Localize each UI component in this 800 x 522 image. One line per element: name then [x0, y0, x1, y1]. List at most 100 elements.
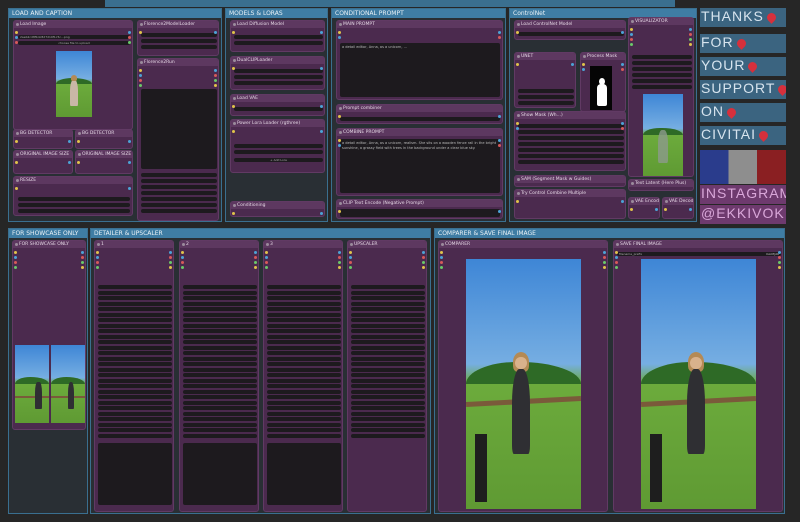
detailer-3-widget[interactable]: [267, 428, 341, 432]
connection-dot[interactable]: [338, 144, 341, 147]
combine-prompt-textarea[interactable]: a detail editor, Anna, as a unicorn, rea…: [340, 139, 500, 193]
connection-dot[interactable]: [630, 43, 633, 46]
upscaler-widget[interactable]: [351, 285, 425, 289]
florence-run-widget-4[interactable]: [141, 191, 217, 195]
negative-prompt-textarea[interactable]: [340, 209, 500, 217]
upscaler-widget[interactable]: [351, 384, 425, 388]
upscaler-widget[interactable]: [351, 362, 425, 366]
upscaler-widget[interactable]: [351, 345, 425, 350]
connection-dot[interactable]: [349, 266, 352, 269]
connection-dot[interactable]: [139, 31, 142, 34]
vis-widget-1[interactable]: [632, 55, 692, 59]
connection-dot[interactable]: [689, 190, 692, 191]
upscaler-widget[interactable]: [351, 334, 425, 339]
connection-dot[interactable]: [615, 256, 618, 259]
florence-run-widget-6[interactable]: [141, 203, 217, 207]
connection-dot[interactable]: [630, 28, 633, 31]
connection-dot[interactable]: [181, 261, 184, 264]
show-mask-node[interactable]: Show Mask (Wh...): [514, 111, 626, 171]
connection-dot[interactable]: [96, 251, 99, 254]
unet-name-widget[interactable]: [234, 35, 323, 39]
mask-widget-2[interactable]: [518, 130, 624, 134]
weight-dtype-widget[interactable]: [234, 41, 323, 45]
connection-dot[interactable]: [81, 261, 84, 264]
upscaler-widget[interactable]: [351, 340, 425, 344]
detailer-2-widget[interactable]: [183, 345, 257, 350]
detailer-3-widget[interactable]: [267, 384, 341, 388]
filename-prefix-input[interactable]: filename_prefix ComfyUI: [617, 252, 781, 256]
connection-dot[interactable]: [320, 212, 323, 215]
connection-dot[interactable]: [582, 68, 585, 71]
connection-dot[interactable]: [81, 256, 84, 259]
detailer-2-widget[interactable]: [183, 340, 257, 344]
connection-dot[interactable]: [630, 38, 633, 41]
connection-dot[interactable]: [440, 266, 443, 269]
florence-run-widget-2[interactable]: [141, 179, 217, 183]
detailer-2-widget[interactable]: [183, 395, 257, 399]
connection-dot[interactable]: [338, 266, 341, 269]
connection-dot[interactable]: [169, 261, 172, 264]
connection-dot[interactable]: [338, 36, 341, 39]
sam-node[interactable]: SAM (Segment Mask w Guides): [514, 175, 626, 187]
load-vae-node[interactable]: Load VAE: [230, 94, 325, 116]
text-latent-node[interactable]: Text Latent (Here Plus): [628, 179, 694, 191]
upscaler-widget[interactable]: [351, 389, 425, 394]
detailer-2-widget[interactable]: [183, 301, 257, 306]
connection-dot[interactable]: [498, 115, 501, 118]
detailer-1-widget[interactable]: [98, 307, 172, 311]
upscaler-widget[interactable]: [351, 378, 425, 383]
connection-dot[interactable]: [422, 251, 425, 254]
connection-dot[interactable]: [214, 69, 217, 72]
detailer-1-widget[interactable]: [98, 433, 172, 438]
connection-dot[interactable]: [621, 186, 624, 187]
detailer-3-widget[interactable]: [267, 301, 341, 306]
detailer-1-widget[interactable]: [98, 378, 172, 383]
add-lora-button[interactable]: + Add Lora: [234, 158, 323, 162]
upscaler-widget[interactable]: [351, 417, 425, 421]
detailer-3-widget[interactable]: [267, 400, 341, 405]
detailer-2-widget[interactable]: [183, 318, 257, 322]
detailer-3-widget[interactable]: [267, 422, 341, 427]
connection-dot[interactable]: [169, 251, 172, 254]
connection-dot[interactable]: [621, 200, 624, 203]
unet-node[interactable]: UNET: [514, 52, 576, 108]
connection-dot[interactable]: [320, 67, 323, 70]
detailer-2-widget[interactable]: [183, 411, 257, 416]
connection-dot[interactable]: [181, 251, 184, 254]
connection-dot[interactable]: [77, 161, 80, 164]
combiner-widget[interactable]: [340, 117, 500, 121]
upscaler-widget[interactable]: [351, 296, 425, 300]
detailer-2-widget[interactable]: [183, 362, 257, 366]
detailer-1-widget[interactable]: [98, 318, 172, 322]
detailer-2-widget[interactable]: [183, 428, 257, 432]
upscaler-widget[interactable]: [351, 290, 425, 295]
connection-dot[interactable]: [15, 140, 18, 143]
connection-dot[interactable]: [571, 63, 574, 66]
connection-dot[interactable]: [778, 266, 781, 269]
connection-dot[interactable]: [128, 31, 131, 34]
load-image-node[interactable]: Load Image 2aeb2cd8fb4c8d7d19f1c5c…png c…: [13, 20, 133, 130]
connection-dot[interactable]: [14, 261, 17, 264]
connection-dot[interactable]: [498, 144, 501, 147]
detailer-2-widget[interactable]: [183, 351, 257, 355]
detailer-2-widget[interactable]: [183, 367, 257, 372]
connection-dot[interactable]: [516, 122, 519, 125]
detailer-2-widget[interactable]: [183, 389, 257, 394]
vis-widget-2[interactable]: [632, 61, 692, 65]
showcase-node[interactable]: FOR SHOWCASE ONLY: [12, 240, 86, 430]
mask-widget-5[interactable]: [518, 148, 624, 152]
connection-dot[interactable]: [14, 256, 17, 259]
connection-dot[interactable]: [603, 266, 606, 269]
detailer-1-widget[interactable]: [98, 373, 172, 377]
detailer-1-widget[interactable]: [98, 367, 172, 372]
connection-dot[interactable]: [422, 266, 425, 269]
detailer-3-widget[interactable]: [267, 329, 341, 333]
mask-widget-3[interactable]: [518, 136, 624, 140]
connection-dot[interactable]: [128, 187, 131, 190]
connection-dot[interactable]: [349, 256, 352, 259]
detailer-3-widget[interactable]: [267, 340, 341, 344]
connection-dot[interactable]: [214, 84, 217, 87]
connection-dot[interactable]: [14, 266, 17, 269]
connection-dot[interactable]: [516, 186, 519, 187]
vae-decode-node[interactable]: VAE Decode: [662, 197, 694, 219]
